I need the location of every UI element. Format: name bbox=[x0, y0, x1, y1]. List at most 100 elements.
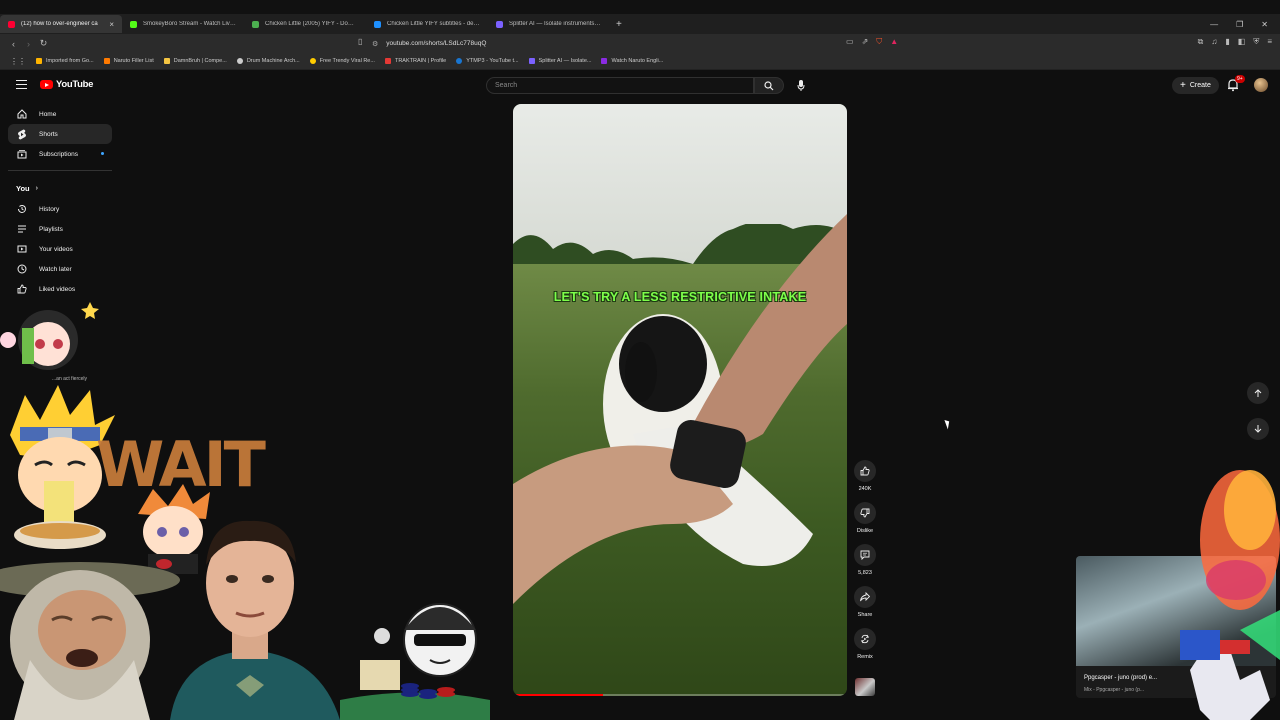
previous-short-button[interactable] bbox=[1247, 382, 1269, 404]
share-button[interactable] bbox=[854, 586, 876, 608]
bookmark-item[interactable]: Free Trendy Viral Re... bbox=[309, 58, 375, 64]
site-favicon-icon bbox=[374, 20, 381, 28]
brave-shield-icon[interactable]: ⛉ bbox=[876, 37, 882, 47]
tab-label: Chicken Little YIFY subtitles - details bbox=[387, 21, 480, 27]
dislike-action: Dislike bbox=[852, 502, 878, 534]
sidebar-item-label: Playlists bbox=[39, 225, 63, 233]
hamburger-menu-icon[interactable] bbox=[16, 80, 27, 89]
sidebar-item-label: History bbox=[39, 205, 60, 213]
bookmark-favicon-icon bbox=[103, 58, 110, 64]
dislike-button[interactable] bbox=[854, 502, 876, 524]
youtube-logo[interactable]: YouTube bbox=[40, 79, 93, 90]
mouse-cursor bbox=[944, 418, 952, 430]
account-avatar[interactable] bbox=[1254, 78, 1268, 92]
voice-search-button[interactable] bbox=[792, 77, 810, 94]
create-button[interactable]: + Create bbox=[1172, 77, 1219, 94]
video-progress-bar[interactable] bbox=[513, 694, 847, 696]
sidebar-you-header[interactable]: You › bbox=[0, 177, 120, 199]
sidebar-divider bbox=[8, 170, 112, 171]
sidebar-item-home[interactable]: Home bbox=[8, 104, 112, 124]
menu-icon[interactable]: ≡ bbox=[1267, 37, 1272, 47]
sidebar-item-history[interactable]: History bbox=[8, 199, 112, 219]
bookmark-item[interactable]: Splitter AI — Isolate... bbox=[528, 58, 591, 64]
you-header-label: You bbox=[16, 183, 30, 193]
bookmark-item[interactable]: Watch Naruto Engli... bbox=[601, 58, 663, 64]
comments-button[interactable] bbox=[854, 544, 876, 566]
bookmark-favicon-icon bbox=[601, 58, 608, 64]
share-page-icon[interactable]: ⇗ bbox=[862, 37, 869, 47]
sidebar-item-watch-later[interactable]: Watch later bbox=[8, 259, 112, 279]
sidebar-item-your-videos[interactable]: Your videos bbox=[8, 239, 112, 259]
bookmark-item[interactable]: Naruto Filler List bbox=[103, 58, 154, 64]
bookmark-item[interactable]: YTMP3 - YouTube t... bbox=[456, 58, 519, 64]
browser-tab[interactable]: Splitter AI — Isolate instruments from bbox=[488, 15, 610, 33]
remix-action: Remix bbox=[852, 628, 878, 660]
bookmark-item[interactable]: TRAKTRAIN | Profile bbox=[384, 58, 446, 64]
shorts-video-player[interactable]: LET'S TRY A LESS RESTRICTIVE INTAKE bbox=[513, 104, 847, 696]
sidebar-item-liked-videos[interactable]: Liked videos bbox=[8, 279, 112, 299]
browser-tab[interactable]: SmokeyBoro Stream - Watch Live on bbox=[122, 15, 244, 33]
bookmark-icon[interactable]: ▯ bbox=[358, 37, 362, 46]
window-controls: — ❐ ✕ bbox=[1210, 14, 1280, 34]
bookmark-item[interactable]: DamnBruh | Compe... bbox=[163, 58, 227, 64]
folder-icon bbox=[36, 58, 42, 64]
install-icon[interactable]: ▭ bbox=[846, 37, 854, 47]
sidebar-icon[interactable]: ▮ bbox=[1225, 37, 1229, 47]
extensions-icon[interactable]: ⧉ bbox=[1198, 37, 1204, 47]
browser-tab[interactable]: (12) how to over-engineer ca × bbox=[0, 15, 122, 33]
bookmark-label: Imported from Go... bbox=[46, 58, 94, 64]
forward-icon[interactable]: › bbox=[21, 39, 36, 49]
sound-thumbnail[interactable] bbox=[855, 678, 875, 696]
kick-favicon-icon bbox=[130, 20, 137, 28]
notification-count-badge: 9+ bbox=[1235, 75, 1245, 83]
sidebar-item-label: Subscriptions bbox=[39, 150, 79, 158]
sticker-caption: ...an act fiercely bbox=[52, 376, 88, 382]
bookmark-item[interactable]: Imported from Go... bbox=[36, 58, 94, 64]
back-icon[interactable]: ‹ bbox=[6, 39, 21, 49]
sidebar-item-playlists[interactable]: Playlists bbox=[8, 219, 112, 239]
site-favicon-icon bbox=[252, 20, 259, 28]
bookmark-label: YTMP3 - YouTube t... bbox=[466, 58, 519, 64]
media-icon[interactable]: ♫ bbox=[1211, 37, 1217, 47]
like-button[interactable] bbox=[854, 460, 876, 482]
arrow-up-icon bbox=[1254, 388, 1262, 397]
tab-close-icon[interactable]: × bbox=[109, 20, 114, 29]
liked-videos-icon bbox=[16, 284, 27, 295]
watch-later-icon bbox=[16, 264, 27, 275]
youtube-header: YouTube Search + Create 9+ bbox=[0, 71, 1280, 101]
remix-button[interactable] bbox=[854, 628, 876, 650]
url-field[interactable]: ⚙ youtube.com/shorts/LSdLc778uqQ bbox=[372, 36, 912, 51]
sidebar-item-label: Home bbox=[39, 110, 57, 118]
sidebar-item-label: Watch later bbox=[39, 265, 72, 273]
bookmark-favicon-icon bbox=[528, 58, 535, 64]
window-close-icon[interactable]: ✕ bbox=[1261, 20, 1268, 29]
apps-icon[interactable]: ⋮⋮ bbox=[10, 57, 26, 66]
poker-character-sticker bbox=[340, 603, 490, 720]
minimize-icon[interactable]: — bbox=[1210, 20, 1218, 29]
bookmark-label: Naruto Filler List bbox=[113, 58, 154, 64]
video-scene bbox=[513, 214, 847, 604]
wallet-icon[interactable]: ◧ bbox=[1238, 37, 1246, 47]
browser-tab[interactable]: Chicken Little YIFY subtitles - details bbox=[366, 15, 488, 33]
bookmarks-bar: ⋮⋮ Imported from Go... Naruto Filler Lis… bbox=[0, 53, 1280, 70]
vpn-icon[interactable]: ⛨ bbox=[1253, 37, 1259, 47]
search-icon bbox=[764, 80, 774, 90]
rewards-icon[interactable]: ▲ bbox=[890, 37, 898, 47]
video-caption: LET'S TRY A LESS RESTRICTIVE INTAKE bbox=[553, 290, 807, 304]
bookmark-item[interactable]: Drum Machine Arch... bbox=[236, 58, 300, 64]
tab-label: SmokeyBoro Stream - Watch Live on bbox=[143, 21, 236, 27]
site-info-icon[interactable]: ⚙ bbox=[372, 40, 378, 48]
sidebar-item-label: Shorts bbox=[39, 130, 58, 138]
search-input[interactable]: Search bbox=[486, 77, 754, 94]
maximize-icon[interactable]: ❐ bbox=[1236, 20, 1243, 29]
search-button[interactable] bbox=[754, 77, 784, 94]
tab-label: Chicken Little (2005) YIFY - Downloa bbox=[265, 21, 358, 27]
reload-icon[interactable]: ↻ bbox=[36, 38, 51, 49]
share-label: Share bbox=[857, 612, 873, 618]
sidebar-item-shorts[interactable]: Shorts bbox=[8, 124, 112, 144]
bookmark-label: Free Trendy Viral Re... bbox=[319, 58, 375, 64]
browser-tab[interactable]: Chicken Little (2005) YIFY - Downloa bbox=[244, 15, 366, 33]
youtube-wordmark: YouTube bbox=[56, 79, 94, 90]
sidebar-item-subscriptions[interactable]: Subscriptions bbox=[8, 144, 112, 164]
new-tab-button[interactable]: + bbox=[610, 19, 628, 30]
